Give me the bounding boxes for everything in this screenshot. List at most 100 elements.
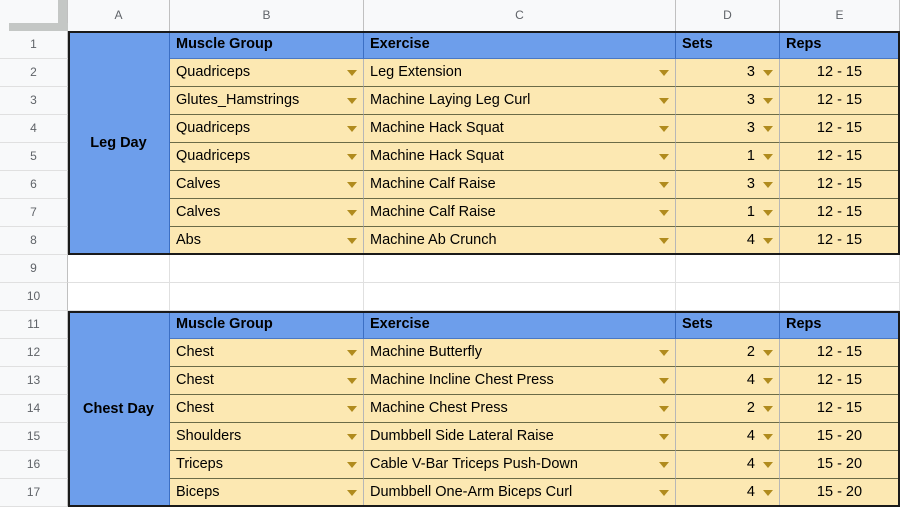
- dropdown-caret-icon[interactable]: [659, 125, 669, 132]
- empty-cell[interactable]: [780, 255, 900, 283]
- muscle-group-cell[interactable]: Quadriceps: [170, 59, 364, 87]
- dropdown-caret-icon[interactable]: [659, 489, 669, 496]
- dropdown-caret-icon[interactable]: [659, 237, 669, 244]
- sets-cell[interactable]: 4: [676, 451, 780, 479]
- dropdown-caret-icon[interactable]: [659, 405, 669, 412]
- sets-cell[interactable]: 4: [676, 479, 780, 507]
- sets-cell[interactable]: 3: [676, 87, 780, 115]
- dropdown-caret-icon[interactable]: [347, 405, 357, 412]
- row-header-8[interactable]: 8: [0, 227, 68, 255]
- select-all-corner[interactable]: [0, 0, 68, 31]
- row-header-9[interactable]: 9: [0, 255, 68, 283]
- row-header-16[interactable]: 16: [0, 451, 68, 479]
- row-header-13[interactable]: 13: [0, 367, 68, 395]
- exercise-cell[interactable]: Machine Ab Crunch: [364, 227, 676, 255]
- sets-cell[interactable]: 3: [676, 171, 780, 199]
- dropdown-caret-icon[interactable]: [659, 69, 669, 76]
- dropdown-caret-icon[interactable]: [763, 461, 773, 468]
- reps-cell[interactable]: 12 - 15: [780, 143, 900, 171]
- reps-cell[interactable]: 12 - 15: [780, 367, 900, 395]
- empty-cell[interactable]: [676, 255, 780, 283]
- exercise-cell[interactable]: Machine Hack Squat: [364, 115, 676, 143]
- dropdown-caret-icon[interactable]: [347, 181, 357, 188]
- exercise-cell[interactable]: Dumbbell One-Arm Biceps Curl: [364, 479, 676, 507]
- dropdown-caret-icon[interactable]: [659, 349, 669, 356]
- exercise-cell[interactable]: Machine Laying Leg Curl: [364, 87, 676, 115]
- empty-cell[interactable]: [68, 283, 170, 311]
- sets-cell[interactable]: 2: [676, 339, 780, 367]
- dropdown-caret-icon[interactable]: [659, 433, 669, 440]
- row-header-10[interactable]: 10: [0, 283, 68, 311]
- dropdown-caret-icon[interactable]: [347, 69, 357, 76]
- dropdown-caret-icon[interactable]: [347, 461, 357, 468]
- dropdown-caret-icon[interactable]: [763, 125, 773, 132]
- empty-cell[interactable]: [780, 283, 900, 311]
- empty-cell[interactable]: [170, 283, 364, 311]
- muscle-group-cell[interactable]: Shoulders: [170, 423, 364, 451]
- muscle-group-cell[interactable]: Abs: [170, 227, 364, 255]
- empty-cell[interactable]: [364, 255, 676, 283]
- reps-cell[interactable]: 12 - 15: [780, 227, 900, 255]
- exercise-cell[interactable]: Dumbbell Side Lateral Raise: [364, 423, 676, 451]
- muscle-group-cell[interactable]: Quadriceps: [170, 143, 364, 171]
- sets-cell[interactable]: 1: [676, 199, 780, 227]
- dropdown-caret-icon[interactable]: [763, 489, 773, 496]
- day-label-leg-day[interactable]: Leg Day: [68, 31, 170, 255]
- row-header-11[interactable]: 11: [0, 311, 68, 339]
- reps-cell[interactable]: 15 - 20: [780, 423, 900, 451]
- sets-cell[interactable]: 4: [676, 367, 780, 395]
- dropdown-caret-icon[interactable]: [763, 349, 773, 356]
- dropdown-caret-icon[interactable]: [659, 181, 669, 188]
- sets-cell[interactable]: 1: [676, 143, 780, 171]
- empty-cell[interactable]: [676, 283, 780, 311]
- reps-cell[interactable]: 12 - 15: [780, 395, 900, 423]
- row-header-6[interactable]: 6: [0, 171, 68, 199]
- reps-cell[interactable]: 12 - 15: [780, 59, 900, 87]
- muscle-group-cell[interactable]: Glutes_Hamstrings: [170, 87, 364, 115]
- dropdown-caret-icon[interactable]: [659, 377, 669, 384]
- exercise-cell[interactable]: Cable V-Bar Triceps Push-Down: [364, 451, 676, 479]
- muscle-group-cell[interactable]: Chest: [170, 395, 364, 423]
- dropdown-caret-icon[interactable]: [763, 69, 773, 76]
- reps-cell[interactable]: 15 - 20: [780, 479, 900, 507]
- empty-cell[interactable]: [170, 255, 364, 283]
- dropdown-caret-icon[interactable]: [659, 209, 669, 216]
- row-header-14[interactable]: 14: [0, 395, 68, 423]
- reps-cell[interactable]: 12 - 15: [780, 87, 900, 115]
- reps-cell[interactable]: 15 - 20: [780, 451, 900, 479]
- dropdown-caret-icon[interactable]: [763, 97, 773, 104]
- exercise-cell[interactable]: Machine Butterfly: [364, 339, 676, 367]
- row-header-1[interactable]: 1: [0, 31, 68, 59]
- sets-cell[interactable]: 3: [676, 115, 780, 143]
- dropdown-caret-icon[interactable]: [763, 181, 773, 188]
- exercise-cell[interactable]: Machine Hack Squat: [364, 143, 676, 171]
- dropdown-caret-icon[interactable]: [763, 377, 773, 384]
- reps-cell[interactable]: 12 - 15: [780, 171, 900, 199]
- column-header-d[interactable]: D: [676, 0, 780, 31]
- exercise-cell[interactable]: Leg Extension: [364, 59, 676, 87]
- empty-cell[interactable]: [68, 255, 170, 283]
- dropdown-caret-icon[interactable]: [659, 153, 669, 160]
- muscle-group-cell[interactable]: Calves: [170, 171, 364, 199]
- row-header-17[interactable]: 17: [0, 479, 68, 507]
- muscle-group-cell[interactable]: Quadriceps: [170, 115, 364, 143]
- row-header-5[interactable]: 5: [0, 143, 68, 171]
- exercise-cell[interactable]: Machine Calf Raise: [364, 171, 676, 199]
- reps-cell[interactable]: 12 - 15: [780, 115, 900, 143]
- row-header-4[interactable]: 4: [0, 115, 68, 143]
- day-label-chest-day[interactable]: Chest Day: [68, 311, 170, 507]
- dropdown-caret-icon[interactable]: [347, 153, 357, 160]
- dropdown-caret-icon[interactable]: [347, 209, 357, 216]
- row-header-2[interactable]: 2: [0, 59, 68, 87]
- exercise-cell[interactable]: Machine Incline Chest Press: [364, 367, 676, 395]
- muscle-group-cell[interactable]: Triceps: [170, 451, 364, 479]
- sets-cell[interactable]: 4: [676, 227, 780, 255]
- dropdown-caret-icon[interactable]: [659, 461, 669, 468]
- sets-cell[interactable]: 2: [676, 395, 780, 423]
- row-header-3[interactable]: 3: [0, 87, 68, 115]
- dropdown-caret-icon[interactable]: [763, 405, 773, 412]
- dropdown-caret-icon[interactable]: [659, 97, 669, 104]
- sets-cell[interactable]: 4: [676, 423, 780, 451]
- muscle-group-cell[interactable]: Biceps: [170, 479, 364, 507]
- dropdown-caret-icon[interactable]: [763, 209, 773, 216]
